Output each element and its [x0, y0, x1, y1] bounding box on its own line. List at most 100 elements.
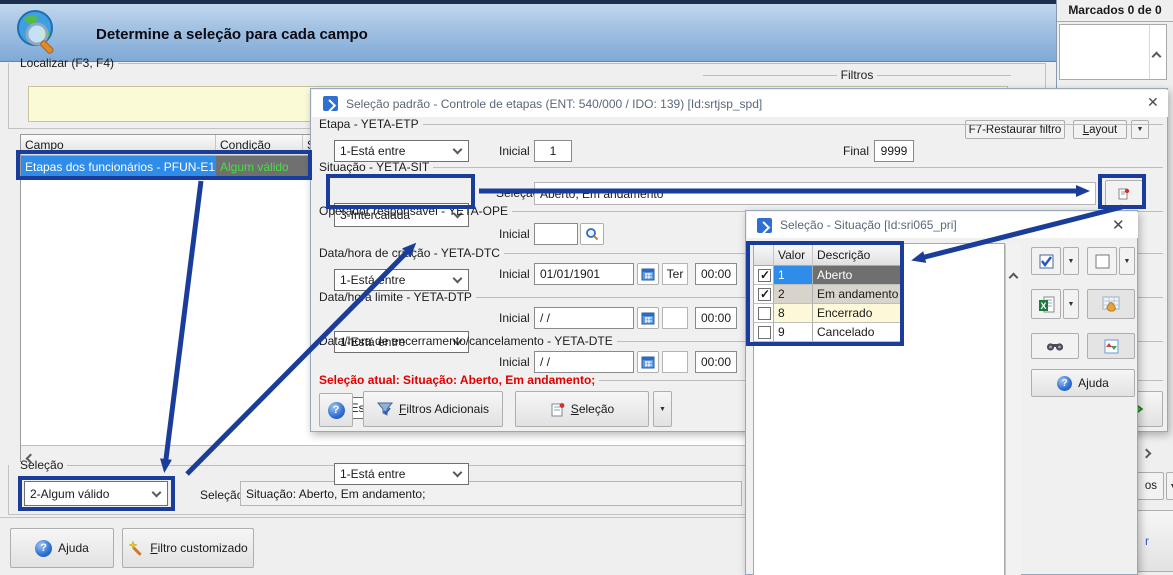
- operador-inicial-label: Inicial: [499, 227, 530, 241]
- filtro-customizado-button[interactable]: Filtro customizado: [122, 528, 254, 568]
- selection-note-icon: [550, 402, 565, 417]
- dtc-calendar-button[interactable]: [637, 263, 659, 285]
- operador-search-button[interactable]: [580, 223, 604, 245]
- filtros-adicionais-button[interactable]: Filtros Adicionais: [363, 391, 503, 427]
- caret-down-icon: ▼: [1067, 300, 1075, 308]
- row-cell-condicao[interactable]: Algum válido: [216, 156, 303, 177]
- cell-valor[interactable]: 2: [774, 285, 813, 304]
- etapa-inicial-label: Inicial: [499, 144, 530, 158]
- column-header-condicao[interactable]: Condição: [216, 135, 303, 156]
- column-header-descricao[interactable]: Descrição: [813, 244, 901, 266]
- sort-columns-icon: [1104, 339, 1119, 354]
- dtp-date-field[interactable]: / /: [534, 307, 634, 329]
- situacao-ajuda-button[interactable]: ? Ajuda: [1031, 369, 1135, 397]
- view-button[interactable]: [1031, 333, 1079, 359]
- chevron-down-icon: [151, 487, 162, 497]
- scroll-up-icon[interactable]: [1008, 270, 1019, 284]
- edit-selection-icon: [1118, 188, 1130, 200]
- cell-descricao[interactable]: Em andamento: [813, 285, 901, 304]
- selecao-summary-field[interactable]: Situação: Aberto, Em andamento;: [240, 481, 742, 506]
- binoculars-icon: [1046, 340, 1064, 352]
- uncheck-all-button[interactable]: [1087, 247, 1117, 275]
- selecao-field-label: Seleção: [200, 488, 244, 502]
- row-checkbox[interactable]: [758, 268, 771, 282]
- operador-inicial-field[interactable]: [534, 223, 578, 245]
- svg-text:X: X: [1040, 301, 1046, 311]
- etapa-inicial-field[interactable]: 1: [534, 140, 572, 162]
- column-header-campo[interactable]: Campo: [21, 135, 216, 156]
- close-icon[interactable]: ✕: [1112, 218, 1125, 233]
- selecao-button[interactable]: Seleção: [515, 391, 649, 427]
- ajuda-button[interactable]: ? Ajuda: [10, 528, 114, 568]
- dtp-weekday-box: [662, 307, 688, 329]
- situacao-dialog-title: Seleção - Situação [Id:sri065_pri]: [780, 218, 957, 232]
- selecao-padrao-title: Seleção padrão - Controle de etapas (ENT…: [346, 96, 763, 111]
- situacao-row[interactable]: 9 Cancelado: [754, 323, 901, 342]
- column-pick-button[interactable]: [1087, 289, 1135, 319]
- dtp-time-field[interactable]: 00:00: [695, 307, 737, 329]
- etapa-group-label: Etapa - YETA-ETP: [319, 117, 1163, 131]
- dte-calendar-button[interactable]: [637, 351, 659, 373]
- dtc-date-field[interactable]: 01/01/1901: [534, 263, 634, 285]
- marcados-list[interactable]: [1059, 24, 1167, 80]
- selecao-condition-value: 2-Algum válido: [30, 486, 110, 501]
- close-icon[interactable]: ✕: [1147, 95, 1159, 109]
- checked-box-icon: [1039, 254, 1054, 269]
- caret-down-icon: ▼: [1123, 257, 1131, 265]
- situacao-row[interactable]: 8 Encerrado: [754, 304, 901, 323]
- row-checkbox[interactable]: [758, 306, 771, 320]
- cell-valor[interactable]: 8: [774, 304, 813, 323]
- dte-time-field[interactable]: 00:00: [695, 351, 737, 373]
- fragment-caret-button[interactable]: ▼: [1166, 472, 1173, 500]
- column-header-valor[interactable]: Valor: [774, 244, 813, 266]
- cell-valor[interactable]: 1: [774, 266, 813, 285]
- dialog-icon: [757, 217, 772, 233]
- cell-descricao[interactable]: Encerrado: [813, 304, 901, 323]
- dte-condition-dropdown[interactable]: 1-Está entre: [334, 463, 469, 485]
- fragment-chevron-right-icon[interactable]: [1141, 446, 1152, 460]
- selecao-condition-dropdown[interactable]: 2-Algum válido: [24, 481, 168, 506]
- cell-descricao[interactable]: Cancelado: [813, 323, 901, 342]
- dtp-calendar-button[interactable]: [637, 307, 659, 329]
- cell-descricao[interactable]: Aberto: [813, 266, 901, 285]
- situacao-row[interactable]: 2 Em andamento: [754, 285, 901, 304]
- check-all-button[interactable]: [1031, 247, 1061, 275]
- selecao-caret-button[interactable]: ▼: [653, 391, 672, 427]
- help-icon: ?: [35, 539, 53, 557]
- export-caret-button[interactable]: ▼: [1063, 289, 1079, 319]
- situacao-selecao-field[interactable]: Aberto, Em andamento: [534, 182, 1096, 205]
- search-icon: [585, 227, 599, 241]
- row-checkbox[interactable]: [758, 287, 771, 301]
- etapa-final-field[interactable]: 9999: [874, 140, 914, 162]
- chevron-down-icon: [452, 144, 463, 155]
- situacao-row[interactable]: 1 Aberto: [754, 266, 901, 285]
- marcados-counter: Marcados 0 de 0: [1068, 3, 1162, 17]
- situacao-group-label: Situação - YETA-SIT: [319, 160, 1163, 174]
- situacao-list-scrollbar[interactable]: [1005, 244, 1021, 575]
- dialog-icon: [323, 96, 338, 111]
- chevron-down-icon: [452, 273, 463, 284]
- dte-date-field[interactable]: / /: [534, 351, 634, 373]
- etapa-condition-dropdown[interactable]: 1-Está entre: [334, 140, 469, 162]
- excel-icon: X: [1038, 296, 1055, 313]
- operador-condition-dropdown[interactable]: 1-Está entre: [334, 269, 469, 291]
- list-scrollbar[interactable]: [1149, 25, 1150, 79]
- export-excel-button[interactable]: X: [1031, 289, 1061, 319]
- check-all-caret-button[interactable]: ▼: [1063, 247, 1079, 275]
- row-checkbox[interactable]: [758, 325, 771, 339]
- app-root: Determine a seleção para cada campo Marc…: [0, 0, 1173, 575]
- column-header-check[interactable]: [754, 244, 774, 266]
- scroll-up-icon[interactable]: [1151, 49, 1162, 63]
- uncheck-all-caret-button[interactable]: ▼: [1119, 247, 1135, 275]
- dtc-weekday-box: Ter: [662, 263, 688, 285]
- dtc-time-field[interactable]: 00:00: [695, 263, 737, 285]
- sort-columns-button[interactable]: [1087, 333, 1135, 359]
- main-header: Determine a seleção para cada campo: [0, 4, 1056, 62]
- funnel-icon: [376, 402, 393, 417]
- page-title: Determine a seleção para cada campo: [96, 26, 368, 43]
- cell-valor[interactable]: 9: [774, 323, 813, 342]
- etapa-final-label: Final: [843, 144, 870, 158]
- dialog-help-button[interactable]: ?: [319, 393, 353, 427]
- row-cell-campo[interactable]: Etapas dos funcionários - PFUN-E1N: [21, 156, 216, 177]
- caret-down-icon: ▼: [1067, 257, 1075, 265]
